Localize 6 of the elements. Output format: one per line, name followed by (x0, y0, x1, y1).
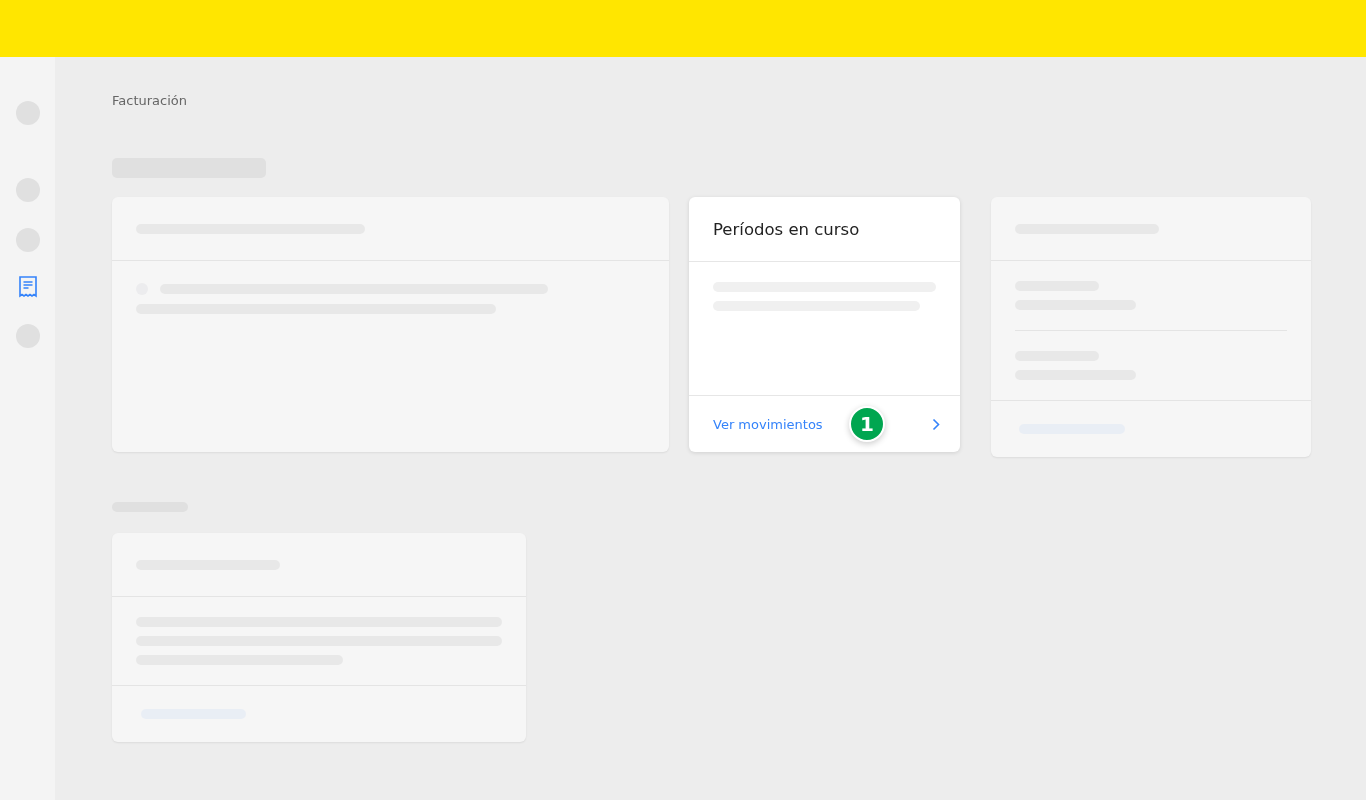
view-movements-link[interactable]: Ver movimientos (713, 416, 823, 432)
step-badge: 1 (849, 406, 885, 442)
chevron-right-icon[interactable] (932, 417, 940, 431)
breadcrumb: Facturación (112, 93, 188, 108)
card-title: Períodos en curso (713, 219, 860, 239)
receipt-icon[interactable] (18, 276, 37, 298)
